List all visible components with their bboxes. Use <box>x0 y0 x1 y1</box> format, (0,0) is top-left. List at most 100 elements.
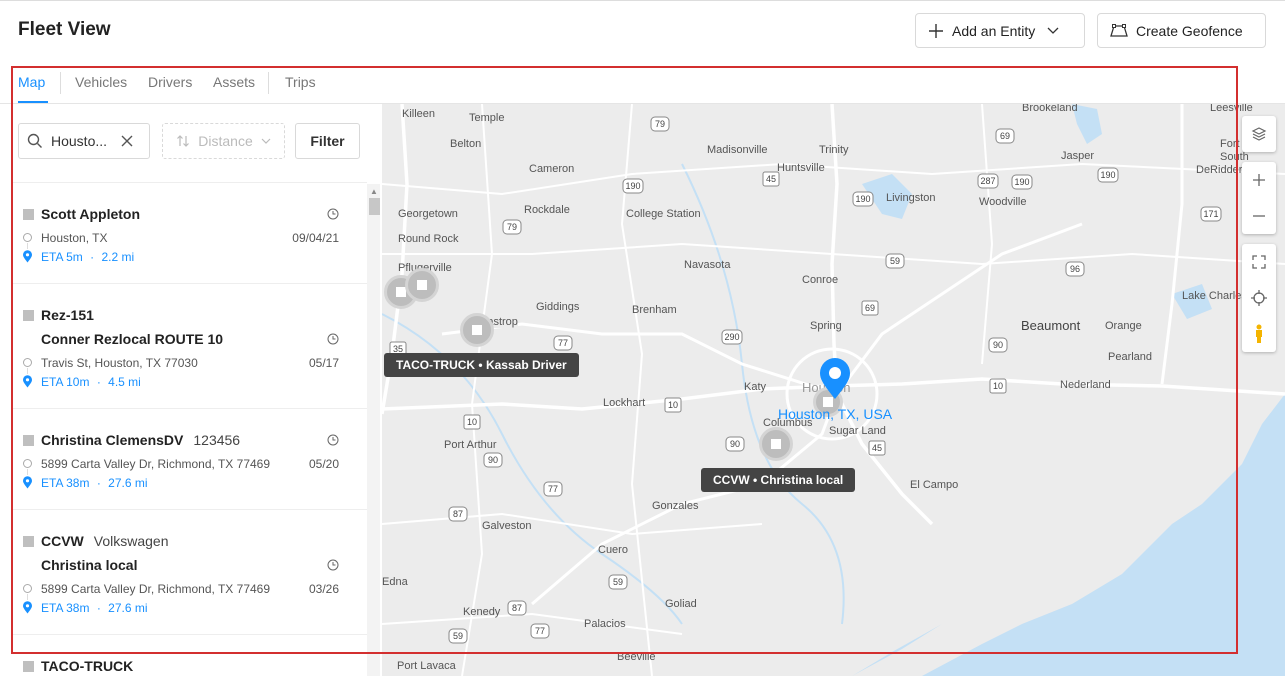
search-value: Housto... <box>51 133 108 149</box>
list-item[interactable]: Scott Appleton Houston, TX 09/04/21 ETA … <box>13 183 367 284</box>
layers-control[interactable] <box>1242 116 1276 152</box>
scroll-thumb[interactable] <box>369 198 380 215</box>
map-place-label: Round Rock <box>398 233 459 245</box>
crosshair-icon[interactable] <box>1242 280 1276 316</box>
map-place-label: Kenedy <box>463 606 501 618</box>
route-line <box>27 469 28 475</box>
tab-divider <box>60 72 61 94</box>
zoom-in-icon[interactable] <box>1242 162 1276 198</box>
list-item[interactable]: TACO-TRUCK <box>13 635 367 676</box>
route-line <box>27 243 28 249</box>
tab-divider <box>268 72 269 94</box>
origin-dot-icon <box>23 233 32 242</box>
entity-checkbox[interactable] <box>23 536 34 547</box>
map-place-label: Gonzales <box>652 500 699 512</box>
map-place-label: Giddings <box>536 301 580 313</box>
map-place-label: Jasper <box>1061 150 1095 162</box>
map-place-label: Cuero <box>598 544 628 556</box>
list-item[interactable]: Christina ClemensDV 123456 5899 Carta Val… <box>13 409 367 510</box>
map-place-label: Conroe <box>802 274 839 286</box>
map-place-label: Lockhart <box>603 397 646 409</box>
route-line <box>27 594 28 600</box>
location-pin-icon[interactable] <box>819 358 851 400</box>
pegman-icon[interactable] <box>1242 316 1276 352</box>
entity-subname: Conner Rezlocal ROUTE 10 <box>41 331 224 347</box>
entity-name: Christina ClemensDV 123456 <box>41 432 241 448</box>
add-entity-label: Add an Entity <box>952 22 1036 39</box>
zoom-out-icon[interactable] <box>1242 198 1276 234</box>
vehicle-label[interactable]: TACO-TRUCK • Kassab Driver <box>384 353 579 377</box>
vehicle-marker[interactable] <box>460 313 494 347</box>
clock-icon <box>327 333 339 345</box>
page-title: Fleet View <box>18 19 111 40</box>
active-tab-indicator <box>18 101 48 103</box>
entity-checkbox[interactable] <box>23 435 34 446</box>
distance-sort-select[interactable]: Distance <box>162 123 285 159</box>
map-place-label: Cameron <box>529 163 575 175</box>
clock-icon <box>327 208 339 220</box>
clock-icon <box>327 434 339 446</box>
map-place-label: Port Arthur <box>444 439 497 451</box>
list-scrollbar[interactable]: ▲ <box>367 184 380 676</box>
zoom-control[interactable] <box>1242 162 1276 234</box>
map-place-label: Sugar Land <box>829 425 886 437</box>
entity-subname: Christina local <box>41 557 138 573</box>
entity-checkbox[interactable] <box>23 310 34 321</box>
entity-name: Scott Appleton <box>41 206 141 222</box>
entity-address: 5899 Carta Valley Dr, Richmond, TX 77469 <box>41 457 271 471</box>
sort-icon <box>176 134 190 148</box>
route-line <box>27 368 28 374</box>
location-pin-icon <box>23 476 32 489</box>
map-place-label: Katy <box>744 381 767 393</box>
fleet-view-page: Fleet View Add an Entity Create Geofence… <box>0 0 1285 676</box>
map-place-label: Navasota <box>684 259 731 271</box>
list-item[interactable]: Rez-151 Conner Rezlocal ROUTE 10 Travis … <box>13 284 367 409</box>
search-input[interactable]: Housto... <box>18 123 150 159</box>
entity-eta: ETA 38m · 27.6 mi <box>41 601 148 615</box>
map-place-label: Madisonville <box>707 144 768 156</box>
tab-drivers[interactable]: Drivers <box>148 74 192 90</box>
view-control[interactable] <box>1242 244 1276 352</box>
entity-checkbox[interactable] <box>23 209 34 220</box>
map-place-label: Brenham <box>632 304 677 316</box>
vehicle-label[interactable]: CCVW • Christina local <box>701 468 856 492</box>
map-place-label: Galveston <box>482 520 532 532</box>
entity-date: 09/04/21 <box>292 231 339 245</box>
scroll-up-icon[interactable]: ▲ <box>370 187 378 196</box>
entity-date: 05/20 <box>308 457 339 471</box>
map-place-label: Nederland <box>1060 379 1111 391</box>
tab-trips[interactable]: Trips <box>285 74 316 90</box>
map-place-label: Goliad <box>665 598 697 610</box>
tab-map[interactable]: Map <box>18 74 45 90</box>
tab-vehicles[interactable]: Vehicles <box>75 74 127 90</box>
geofence-icon <box>1110 23 1128 38</box>
map-place-label: Huntsville <box>777 162 825 174</box>
filter-button[interactable]: Filter <box>295 123 360 159</box>
map-view[interactable]: Killeen Temple Belton Cameron Madisonvil… <box>382 104 1285 676</box>
fullscreen-icon[interactable] <box>1242 244 1276 280</box>
header: Fleet View Add an Entity Create Geofence <box>0 0 1285 62</box>
close-icon[interactable] <box>121 135 133 147</box>
origin-dot-icon <box>23 358 32 367</box>
vehicle-marker[interactable] <box>405 268 439 302</box>
map-place-label: Woodville <box>979 196 1027 208</box>
create-geofence-label: Create Geofence <box>1136 22 1243 39</box>
entity-name: Rez-151 <box>41 307 94 323</box>
add-entity-button[interactable]: Add an Entity <box>915 13 1085 48</box>
map-place-label: Beaumont <box>1021 318 1081 333</box>
map-place-label: Brookeland <box>1022 104 1078 114</box>
entity-checkbox[interactable] <box>23 661 34 672</box>
layers-icon[interactable] <box>1242 116 1276 152</box>
entity-eta: ETA 10m · 4.5 mi <box>41 375 141 389</box>
map-place-label: Beeville <box>617 651 656 663</box>
list-item[interactable]: CCVW Volkswagen Christina local 5899 Cart… <box>13 510 367 635</box>
entity-address: 5899 Carta Valley Dr, Richmond, TX 77469 <box>41 582 271 596</box>
map-place-label: Edna <box>382 576 408 588</box>
create-geofence-button[interactable]: Create Geofence <box>1097 13 1266 48</box>
map-place-label: Pearland <box>1108 351 1153 363</box>
plus-icon <box>928 23 944 39</box>
tab-assets[interactable]: Assets <box>213 74 255 90</box>
map-place-label: Lake Charles <box>1182 290 1247 302</box>
map-place-label: Temple <box>469 112 505 124</box>
vehicle-marker[interactable] <box>759 427 793 461</box>
